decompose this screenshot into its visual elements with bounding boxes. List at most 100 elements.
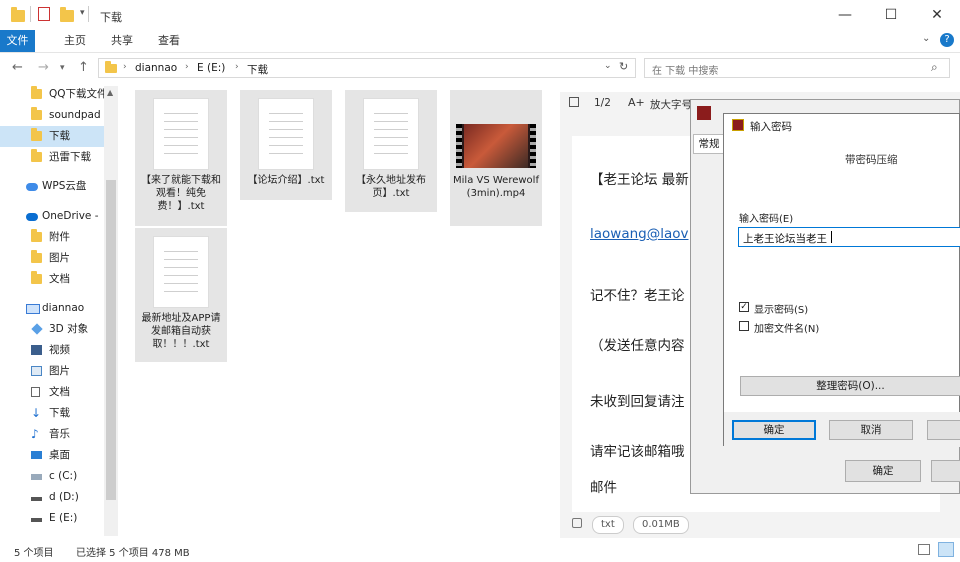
nav-item[interactable]: c (C:) (0, 466, 104, 487)
help-button[interactable] (927, 420, 960, 440)
cloud-icon (26, 213, 38, 221)
item-count: 5 个项目 (14, 548, 54, 559)
properties-icon[interactable] (38, 7, 50, 21)
chevron-down-icon[interactable]: ⌄ (604, 61, 612, 71)
nav-item[interactable]: E (E:) (0, 508, 104, 529)
forward-icon[interactable]: → (38, 60, 49, 75)
divider (30, 6, 31, 22)
nav-item[interactable]: QQ下载文件 (0, 84, 104, 105)
page-indicator: 1/2 (594, 97, 611, 109)
nav-item[interactable]: d (D:) (0, 487, 104, 508)
chevron-down-icon[interactable]: ▾ (80, 8, 85, 18)
tab-file[interactable]: 文件 (0, 30, 35, 52)
drive-icon (31, 497, 42, 501)
file-item[interactable]: 【论坛介绍】.txt (240, 90, 332, 200)
preview-line: （发送任意内容 (590, 338, 685, 354)
nav-item[interactable]: 文档 (0, 382, 104, 403)
tab-share[interactable]: 共享 (101, 30, 143, 52)
details-view-icon[interactable] (918, 544, 930, 555)
password-input[interactable]: 上老王论坛当老王 (738, 227, 960, 247)
tab-view[interactable]: 查看 (148, 30, 190, 52)
nav-item[interactable]: WPS云盘 (0, 176, 104, 197)
password-label: 输入密码(E) (739, 214, 794, 225)
text-file-icon (153, 98, 209, 170)
folder-icon (31, 107, 42, 120)
folder-icon (11, 7, 25, 22)
video-icon (31, 345, 42, 355)
preview-email-link[interactable]: laowang@laov (590, 226, 689, 242)
checkbox-checked-icon: ✓ (739, 302, 749, 312)
file-item[interactable]: 【永久地址发布页】.txt (345, 90, 437, 212)
nav-item[interactable]: 视频 (0, 340, 104, 361)
text-file-icon (258, 98, 314, 170)
breadcrumb-diannao[interactable]: diannao (135, 62, 177, 74)
file-item[interactable]: 【来了就能下载和观看！纯免费！】.txt (135, 90, 227, 226)
music-icon: ♪ (31, 427, 39, 441)
chevron-down-icon[interactable]: ⌄ (922, 33, 930, 44)
divider (88, 6, 89, 22)
breadcrumb-downloads[interactable]: 下载 (247, 62, 268, 77)
file-item[interactable]: 最新地址及APP请发邮箱自动获取！！！.txt (135, 228, 227, 362)
archive-cancel-button[interactable] (931, 460, 960, 482)
tab-home[interactable]: 主页 (54, 30, 96, 52)
breadcrumb-separator: › (185, 62, 189, 72)
minimize-button[interactable]: — (822, 0, 868, 30)
close-button[interactable]: ✕ (914, 0, 960, 30)
nav-item[interactable]: 文档 (0, 269, 104, 290)
refresh-icon[interactable]: ↻ (619, 60, 628, 73)
archive-app-icon (732, 119, 744, 131)
breadcrumb-separator: › (123, 62, 127, 72)
up-icon[interactable]: ↑ (78, 60, 89, 75)
nav-item[interactable]: 附件 (0, 227, 104, 248)
nav-item[interactable]: 桌面 (0, 445, 104, 466)
ribbon: 文件 主页 共享 查看 ⌄ ? (0, 30, 960, 53)
preview-line: 邮件 (590, 480, 617, 496)
nav-item[interactable]: 图片 (0, 361, 104, 382)
password-value: 上老王论坛当老王 (743, 233, 827, 245)
new-folder-icon[interactable] (60, 7, 74, 22)
nav-item-selected[interactable]: 下载 (0, 126, 104, 147)
nav-item[interactable]: soundpad (0, 105, 104, 126)
file-item[interactable]: Mila VS Werewolf (3min).mp4 (450, 90, 542, 226)
nav-item[interactable]: ↓ 下载 (0, 403, 104, 424)
cancel-button[interactable]: 取消 (829, 420, 913, 440)
tab-general[interactable]: 常规 (693, 134, 725, 154)
nav-item[interactable]: 迅雷下载 (0, 147, 104, 168)
nav-item[interactable]: ♪ 音乐 (0, 424, 104, 445)
password-dialog: 输入密码 带密码压缩 输入密码(E) 上老王论坛当老王 ✓ 显示密码(S) 加密… (723, 113, 960, 447)
large-icons-view-icon[interactable] (938, 542, 954, 557)
cloud-icon (26, 183, 38, 191)
scroll-up-icon[interactable]: ▲ (107, 88, 113, 97)
nav-item[interactable]: diannao (0, 298, 104, 319)
show-password-checkbox[interactable]: ✓ 显示密码(S) (739, 301, 919, 316)
maximize-button[interactable]: ☐ (868, 0, 914, 30)
folder-icon (31, 229, 42, 242)
address-bar[interactable]: › diannao › E (E:) › 下载 ⌄ ↻ (98, 58, 636, 78)
file-name: 【论坛介绍】.txt (247, 175, 325, 186)
folder-icon (31, 149, 42, 162)
archive-app-icon (697, 106, 711, 120)
search-icon[interactable]: ⌕ (931, 60, 938, 75)
manage-passwords-button[interactable]: 整理密码(O)... (740, 376, 960, 396)
help-icon[interactable]: ? (940, 33, 954, 47)
file-size-tag: 0.01MB (633, 516, 689, 534)
search-input[interactable]: 在 下载 中搜索 ⌕ (644, 58, 950, 78)
nav-item[interactable]: 图片 (0, 248, 104, 269)
file-name: 【永久地址发布页】.txt (356, 175, 426, 199)
nav-scrollbar-thumb[interactable] (106, 180, 116, 500)
file-name: 最新地址及APP请发邮箱自动获取！！！.txt (141, 313, 221, 350)
cube-icon (31, 323, 43, 335)
font-size-icon[interactable]: A+ (628, 96, 645, 109)
enlarge-font-button[interactable]: 放大字号 (650, 97, 692, 112)
nav-item[interactable]: OneDrive - (0, 206, 104, 227)
preview-sidebar-icon[interactable] (569, 97, 579, 107)
archive-ok-button[interactable]: 确定 (845, 460, 921, 482)
back-icon[interactable]: ← (12, 60, 23, 75)
text-file-icon (363, 98, 419, 170)
encrypt-filenames-checkbox[interactable]: 加密文件名(N) (739, 320, 919, 335)
breadcrumb-drive-e[interactable]: E (E:) (197, 62, 225, 74)
ok-button[interactable]: 确定 (732, 420, 816, 440)
nav-item[interactable]: 3D 对象 (0, 319, 104, 340)
recent-chevron-icon[interactable]: ▾ (60, 63, 65, 73)
picture-icon (31, 366, 42, 376)
